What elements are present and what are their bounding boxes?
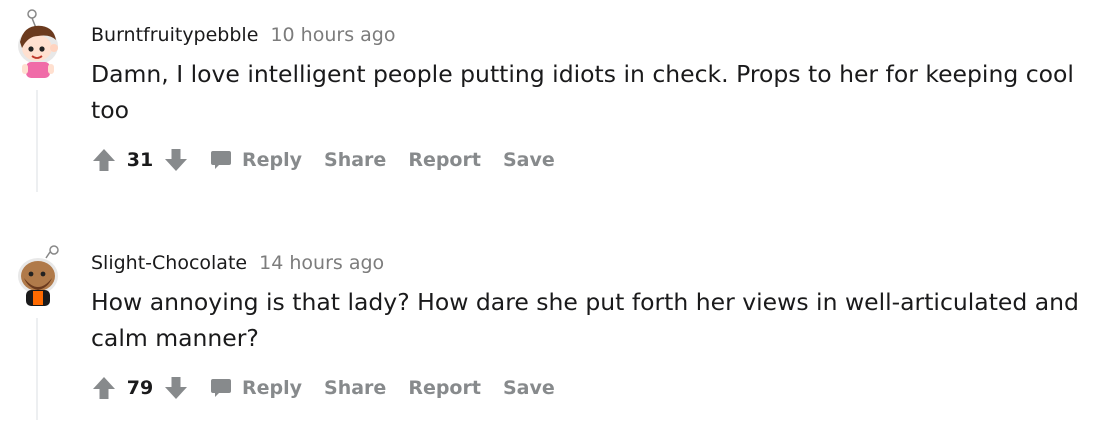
report-button[interactable]: Report (408, 377, 481, 399)
reply-label: Reply (242, 149, 303, 171)
user-avatar[interactable] (10, 236, 66, 308)
save-button[interactable]: Save (503, 377, 555, 399)
save-button[interactable]: Save (503, 149, 555, 171)
comment-actions: 79 Reply Share Report Save (90, 370, 555, 406)
thread-line[interactable] (36, 318, 38, 420)
thread-line[interactable] (36, 90, 38, 192)
comment-meta: Slight-Chocolate 14 hours ago (91, 250, 384, 276)
username[interactable]: Slight-Chocolate (91, 252, 247, 274)
downvote-icon[interactable] (162, 146, 190, 174)
comment: Slight-Chocolate 14 hours ago How annoyi… (0, 228, 1102, 428)
user-avatar[interactable] (10, 8, 66, 80)
reply-button[interactable]: Reply (210, 377, 302, 399)
vote-score: 79 (126, 377, 154, 399)
username[interactable]: Burntfruitypebble (91, 24, 258, 46)
share-button[interactable]: Share (324, 149, 386, 171)
reply-label: Reply (242, 377, 303, 399)
comment: Burntfruitypebble 10 hours ago Damn, I l… (0, 0, 1102, 200)
comment-actions: 31 Reply Share Report Save (90, 142, 555, 178)
speech-bubble-icon (210, 377, 232, 399)
share-button[interactable]: Share (324, 377, 386, 399)
comment-body: Damn, I love intelligent people putting … (91, 60, 1074, 124)
downvote-icon[interactable] (162, 374, 190, 402)
upvote-icon[interactable] (90, 146, 118, 174)
upvote-icon[interactable] (90, 374, 118, 402)
speech-bubble-icon (210, 149, 232, 171)
snoo-avatar-icon (18, 9, 58, 78)
report-button[interactable]: Report (408, 149, 481, 171)
reply-button[interactable]: Reply (210, 149, 302, 171)
snoo-avatar-icon (18, 245, 59, 306)
timestamp[interactable]: 14 hours ago (259, 252, 384, 274)
timestamp[interactable]: 10 hours ago (270, 24, 395, 46)
vote-score: 31 (126, 149, 154, 171)
comment-body: How annoying is that lady? How dare she … (91, 288, 1079, 352)
comment-meta: Burntfruitypebble 10 hours ago (91, 22, 395, 48)
